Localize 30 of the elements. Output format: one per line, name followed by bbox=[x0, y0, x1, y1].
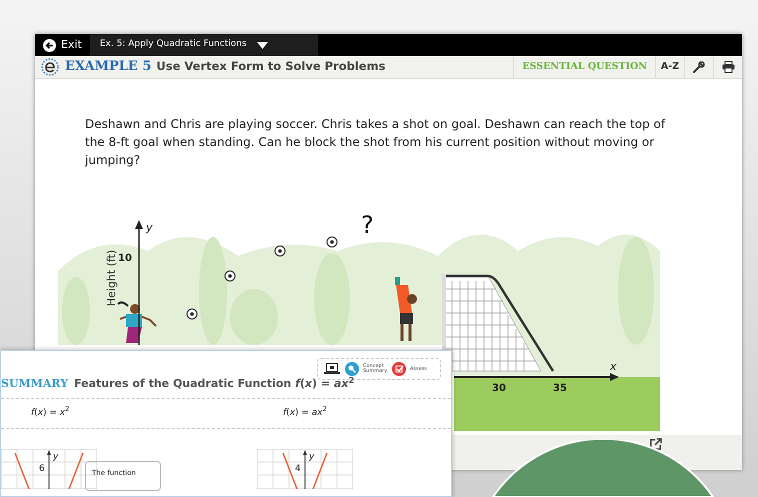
parabola-graph: 4 y bbox=[257, 449, 353, 489]
glossary-button[interactable]: A-Z bbox=[655, 56, 684, 78]
goalkeeper-drawing bbox=[395, 277, 417, 342]
back-arrow-icon bbox=[43, 38, 56, 52]
x-tick-label: 35 bbox=[553, 383, 567, 394]
y-axis-label: y bbox=[146, 221, 153, 234]
example-title: Use Vertex Form to Solve Problems bbox=[156, 58, 386, 76]
printer-icon bbox=[722, 61, 734, 73]
exit-button[interactable]: Exit bbox=[35, 34, 90, 56]
tree-drawing bbox=[230, 289, 278, 345]
x-axis-label: x bbox=[610, 360, 617, 373]
y-tick-label: 10 bbox=[118, 253, 132, 264]
x-tick-label: 30 bbox=[492, 383, 506, 394]
formula: f(x) = x$^{2}$ bbox=[31, 406, 70, 420]
lesson-dropdown[interactable]: Ex. 5: Apply Quadratic Functions bbox=[90, 34, 318, 56]
summary-label: SUMMARY bbox=[1, 376, 68, 392]
summary-heading: Features of the Quadratic Function f(x) = ax$^{2}$ bbox=[74, 376, 354, 392]
checkbox-icon[interactable] bbox=[392, 362, 406, 376]
soccer-ball bbox=[326, 236, 338, 248]
girl-drawing bbox=[117, 301, 157, 343]
logo-icon bbox=[41, 58, 59, 76]
y-axis-title: Height (ft) bbox=[105, 250, 118, 306]
example-label: EXAMPLE 5 bbox=[65, 58, 152, 76]
problem-text: Deshawn and Chris are playing soccer. Chris takes a shot on goal. Deshawn can reach the top of the 8-ft goal when standing. Can he block the shot from his current position without moving or jumping? bbox=[84, 116, 666, 169]
laptop-icon[interactable] bbox=[324, 363, 340, 375]
wrench-icon bbox=[693, 61, 705, 73]
formula: f(x) = ax$^{2}$ bbox=[283, 406, 328, 420]
tree-drawing bbox=[62, 277, 90, 345]
question-mark: ? bbox=[361, 211, 374, 239]
caret-icon bbox=[256, 42, 268, 48]
